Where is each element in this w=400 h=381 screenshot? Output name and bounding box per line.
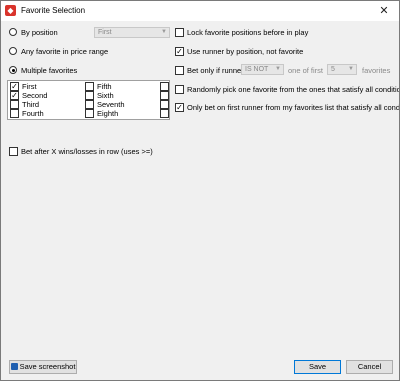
only-first-checkbox[interactable]: ✓ bbox=[175, 103, 184, 112]
favorites-count-combo[interactable]: 5 ▼ bbox=[327, 64, 357, 75]
use-runner-label[interactable]: Use runner by position, not favorite bbox=[187, 47, 303, 56]
save-screenshot-button[interactable]: Save screenshot bbox=[9, 360, 77, 374]
random-pick-label[interactable]: Randomly pick one favorite from the ones… bbox=[187, 85, 399, 94]
chevron-down-icon: ▼ bbox=[161, 29, 167, 35]
app-icon: ◆ bbox=[5, 5, 16, 16]
favorite-checkbox-first[interactable]: ✓ bbox=[10, 82, 19, 91]
lock-positions-label[interactable]: Lock favorite positions before in play bbox=[187, 28, 308, 37]
favorite-checkbox-col3-4[interactable] bbox=[160, 109, 169, 118]
favorite-checkbox-fifth[interactable] bbox=[85, 82, 94, 91]
favorite-checkbox-col3-1[interactable] bbox=[160, 82, 169, 91]
favorite-label-seventh[interactable]: Seventh bbox=[97, 100, 125, 109]
multiple-favorites-radio[interactable] bbox=[9, 66, 17, 74]
favorite-checkbox-second[interactable]: ✓ bbox=[10, 91, 19, 100]
multiple-favorites-label[interactable]: Multiple favorites bbox=[21, 66, 77, 75]
title-bar[interactable]: ◆ Favorite Selection ✕ bbox=[1, 1, 399, 21]
favorite-label-sixth[interactable]: Sixth bbox=[97, 91, 114, 100]
favorite-checkbox-fourth[interactable] bbox=[10, 109, 19, 118]
favorite-label-fifth[interactable]: Fifth bbox=[97, 82, 112, 91]
bet-only-if-label[interactable]: Bet only if runner bbox=[187, 66, 244, 75]
by-position-radio[interactable] bbox=[9, 28, 17, 36]
favorite-checkbox-sixth[interactable] bbox=[85, 91, 94, 100]
favorite-checkbox-col3-2[interactable] bbox=[160, 91, 169, 100]
bet-after-checkbox[interactable] bbox=[9, 147, 18, 156]
bet-only-if-checkbox[interactable] bbox=[175, 66, 184, 75]
favorites-count-value: 5 bbox=[331, 66, 335, 73]
favorite-label-fourth[interactable]: Fourth bbox=[22, 109, 44, 118]
chevron-down-icon: ▼ bbox=[275, 66, 281, 72]
any-favorite-radio[interactable] bbox=[9, 47, 17, 55]
is-not-combo-value: IS NOT bbox=[245, 66, 269, 73]
use-runner-checkbox[interactable]: ✓ bbox=[175, 47, 184, 56]
only-first-label[interactable]: Only bet on first runner from my favorit… bbox=[187, 103, 399, 112]
position-combo-value: First bbox=[98, 29, 112, 36]
favorite-checkbox-seventh[interactable] bbox=[85, 100, 94, 109]
by-position-label[interactable]: By position bbox=[21, 28, 58, 37]
position-combo[interactable]: First ▼ bbox=[94, 27, 170, 38]
favorite-label-third[interactable]: Third bbox=[22, 100, 39, 109]
cancel-button[interactable]: Cancel bbox=[346, 360, 393, 374]
favorites-suffix-label: favorites bbox=[362, 66, 391, 75]
save-icon bbox=[10, 363, 18, 370]
chevron-down-icon: ▼ bbox=[348, 66, 354, 72]
is-not-combo[interactable]: IS NOT ▼ bbox=[241, 64, 284, 75]
favorite-checkbox-third[interactable] bbox=[10, 100, 19, 109]
save-screenshot-label: Save screenshot bbox=[19, 362, 76, 371]
favorite-label-second[interactable]: Second bbox=[22, 91, 47, 100]
favorite-checkbox-eighth[interactable] bbox=[85, 109, 94, 118]
favorite-checkbox-col3-3[interactable] bbox=[160, 100, 169, 109]
favorite-selection-window: ◆ Favorite Selection ✕ By position First… bbox=[0, 0, 400, 381]
close-button[interactable]: ✕ bbox=[369, 1, 399, 21]
random-pick-checkbox[interactable] bbox=[175, 85, 184, 94]
window-title: Favorite Selection bbox=[21, 6, 86, 15]
bet-after-label[interactable]: Bet after X wins/losses in row (uses >=) bbox=[21, 147, 153, 156]
save-button[interactable]: Save bbox=[294, 360, 341, 374]
one-of-first-label: one of first bbox=[288, 66, 324, 75]
lock-positions-checkbox[interactable] bbox=[175, 28, 184, 37]
favorite-label-first[interactable]: First bbox=[22, 82, 37, 91]
any-favorite-label[interactable]: Any favorite in price range bbox=[21, 47, 108, 56]
favorite-label-eighth[interactable]: Eighth bbox=[97, 109, 118, 118]
